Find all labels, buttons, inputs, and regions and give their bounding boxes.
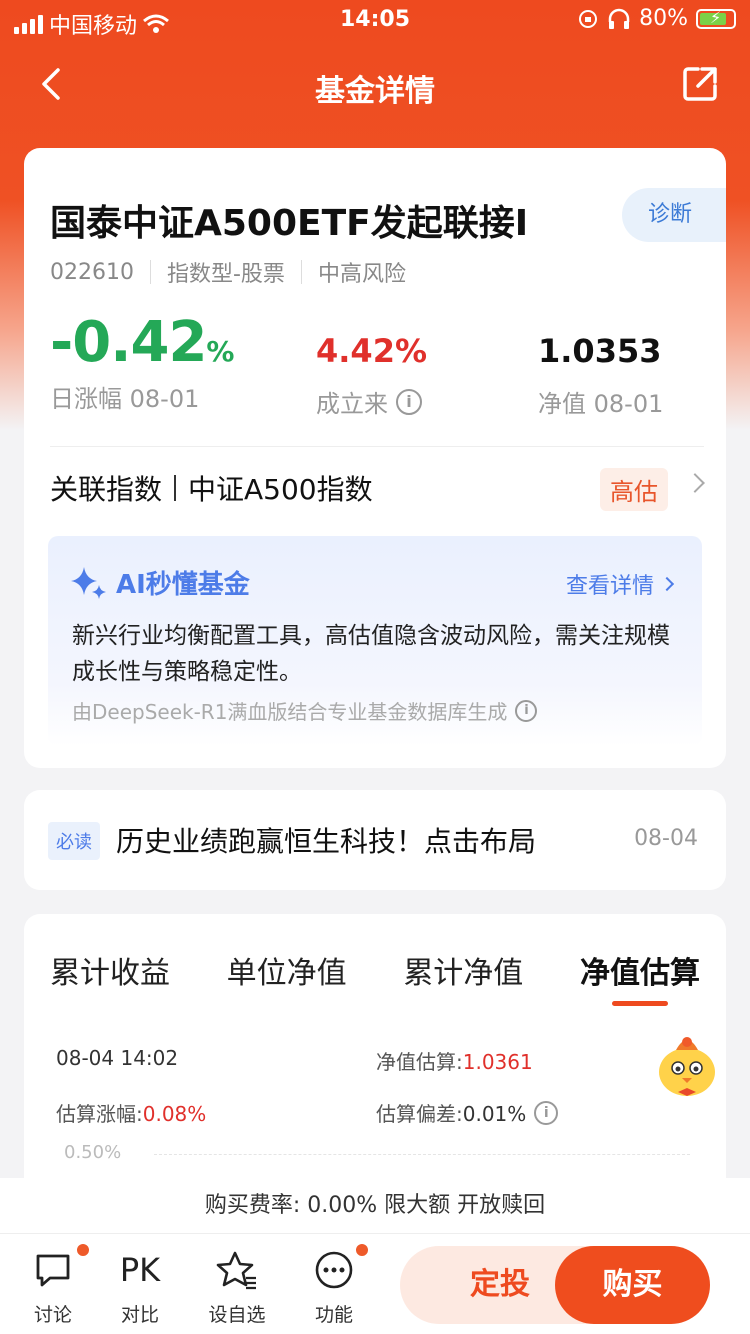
tab-nav-estimate[interactable]: 净值估算 <box>580 948 700 1008</box>
sparkle-icon <box>71 566 106 599</box>
compare-label: 对比 <box>120 1304 159 1326</box>
chevron-right-icon <box>685 473 705 493</box>
battery-percent: 80% <box>639 6 688 31</box>
notification-dot <box>354 1242 370 1258</box>
nav-estimate: 净值估算:1.0361 <box>376 1046 533 1075</box>
purchase-fee-info: 购买费率: 0.00% 限大额 开放赎回 <box>0 1178 750 1234</box>
fund-summary-card: 国泰中证A500ETF发起联接I 诊断 022610 指数型-股票 中高风险 -… <box>24 148 726 768</box>
discuss-label: 讨论 <box>33 1304 72 1326</box>
chat-bubble-icon <box>36 1254 70 1287</box>
tab-cumulative-return[interactable]: 累计收益 <box>50 948 170 1008</box>
notification-dot <box>75 1242 91 1258</box>
related-index-label: 关联指数 <box>50 473 163 506</box>
chart-card: 累计收益 单位净值 累计净值 净值估算 08-04 14:02 净值估算:1.0… <box>24 914 726 1214</box>
ai-title: AI秒懂基金 <box>116 570 250 600</box>
ai-more-link[interactable]: 查看详情 <box>565 568 675 600</box>
nav-estimate-value: 1.0361 <box>462 1050 533 1074</box>
more-icon <box>315 1251 353 1289</box>
fund-risk: 中高风险 <box>317 262 406 287</box>
nav-value: 1.0353 <box>538 332 662 370</box>
functions-label: 功能 <box>314 1304 353 1326</box>
bottom-action-bar: 讨论 PK 对比 设自选 功能 定投 购买 <box>0 1234 750 1334</box>
estimate-deviation: 估算偏差:0.01% i <box>376 1098 559 1127</box>
chevron-right-icon <box>659 576 675 592</box>
info-icon[interactable]: i <box>396 388 422 415</box>
since-inception-metric: 4.42% 成立来 i <box>316 332 427 419</box>
chart-tabs: 累计收益 单位净值 累计净值 净值估算 <box>50 948 700 1008</box>
info-icon[interactable]: i <box>534 1100 559 1125</box>
news-date: 08-04 <box>634 826 698 851</box>
star-icon <box>216 1251 256 1290</box>
rotation-lock-icon <box>579 9 598 28</box>
page-title: 基金详情 <box>315 74 435 109</box>
since-inception-value: 4.42% <box>316 332 428 370</box>
estimate-time: 08-04 14:02 <box>56 1046 179 1070</box>
nav-estimate-label: 净值估算: <box>376 1050 463 1074</box>
ai-summary-box: AI秒懂基金 查看详情 新兴行业均衡配置工具，高估值隐含波动风险，需关注规模成长… <box>48 536 702 746</box>
fund-meta: 022610 指数型-股票 中高风险 <box>50 256 406 288</box>
nav-bar: 基金详情 <box>0 50 750 120</box>
share-icon[interactable] <box>680 64 720 104</box>
mascot-chick-icon[interactable] <box>650 1028 724 1102</box>
pk-icon: PK <box>119 1251 161 1289</box>
buy-button[interactable]: 购买 <box>555 1246 710 1324</box>
nav-metric: 1.0353 净值 08-01 <box>538 332 663 419</box>
ai-more-label: 查看详情 <box>565 574 654 599</box>
estimate-change-label: 估算涨幅: <box>56 1102 143 1126</box>
valuation-badge: 高估 <box>600 468 668 511</box>
compare-button[interactable]: PK 对比 <box>100 1248 180 1327</box>
functions-button[interactable]: 功能 <box>294 1242 374 1327</box>
daily-change-metric: -0.42% 日涨幅 08-01 <box>50 310 234 414</box>
news-headline: 历史业绩跑赢恒生科技！点击布局 <box>116 825 537 858</box>
watchlist-label: 设自选 <box>208 1304 266 1326</box>
y-axis-tick: 0.50% <box>64 1142 122 1163</box>
daily-change-unit: % <box>206 335 234 368</box>
must-read-badge: 必读 <box>48 822 100 860</box>
news-card[interactable]: 必读 历史业绩跑赢恒生科技！点击布局 08-04 <box>24 790 726 890</box>
headphones-icon <box>608 8 630 29</box>
tab-cumulative-nav[interactable]: 累计净值 <box>403 948 523 1008</box>
fund-type: 指数型-股票 <box>166 262 285 287</box>
discuss-button[interactable]: 讨论 <box>13 1242 93 1327</box>
diagnose-button[interactable]: 诊断 <box>622 188 726 242</box>
daily-change-value: -0.42 <box>50 310 207 375</box>
estimate-change-value: 0.08% <box>142 1102 207 1126</box>
since-inception-label: 成立来 <box>316 390 388 418</box>
related-index-name: 中证A500指数 <box>188 473 373 506</box>
related-index-row[interactable]: 关联指数 中证A500指数 高估 <box>50 466 705 511</box>
fund-code: 022610 <box>50 259 134 285</box>
estimate-change: 估算涨幅:0.08% <box>56 1098 206 1127</box>
estimate-deviation-value: 0.01% <box>462 1102 527 1126</box>
divider <box>50 446 704 447</box>
daily-change-label: 日涨幅 08-01 <box>50 385 200 413</box>
tab-unit-nav[interactable]: 单位净值 <box>227 948 347 1008</box>
battery-icon: ⚡ <box>696 8 736 29</box>
ai-summary-text: 新兴行业均衡配置工具，高估值隐含波动风险，需关注规模成长性与策略稳定性。 <box>72 623 670 685</box>
status-bar: 中国移动 14:05 80% ⚡ <box>0 0 750 40</box>
fund-name: 国泰中证A500ETF发起联接I <box>50 203 529 244</box>
ai-footer-note: 由DeepSeek-R1满血版结合专业基金数据库生成 <box>72 700 508 724</box>
info-icon[interactable]: i <box>515 699 538 722</box>
nav-label: 净值 08-01 <box>538 390 664 418</box>
estimate-deviation-label: 估算偏差: <box>376 1102 463 1126</box>
gridline <box>154 1154 690 1155</box>
add-watchlist-button[interactable]: 设自选 <box>197 1248 277 1327</box>
